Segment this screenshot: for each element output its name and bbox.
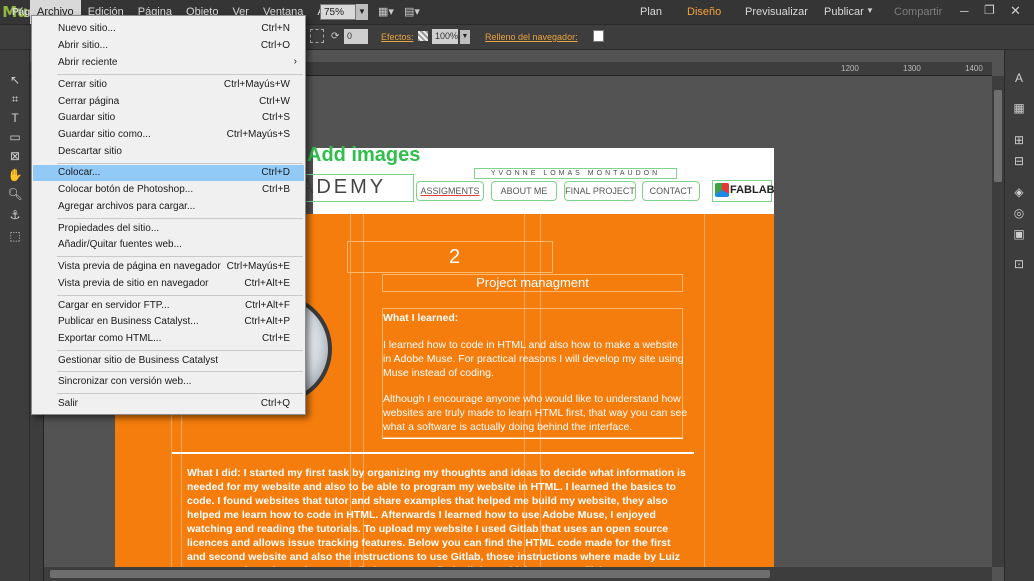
restore-icon[interactable]: ❐ — [984, 3, 995, 17]
ruler-tick: 1200 — [841, 64, 859, 73]
ruler-tick: 1400 — [965, 64, 983, 73]
publish-dropdown-icon[interactable]: ▼ — [866, 6, 874, 15]
zoom-input[interactable]: 75% — [320, 4, 356, 20]
distribute-panel-icon[interactable]: ⊟ — [1010, 153, 1028, 169]
menu-item-salir[interactable]: Salir Ctrl+Q — [33, 396, 304, 412]
academy-logo-text: ADEMY — [300, 176, 387, 198]
menu-item-colocar-boton-photoshop[interactable]: Colocar botón de Photoshop... Ctrl+B — [33, 182, 304, 198]
rotation-input[interactable]: 0 — [344, 29, 368, 44]
tab-share[interactable]: Compartir — [894, 0, 942, 24]
menu-item-publicar-bc[interactable]: Publicar en Business Catalyst... Ctrl+Alt… — [33, 314, 304, 330]
effects-label[interactable]: Efectos: — [381, 32, 414, 42]
transform-icon[interactable] — [310, 29, 324, 43]
menu-separator — [57, 163, 303, 164]
nav-assigments[interactable]: ASSIGMENTS — [416, 181, 484, 201]
view-options-icon[interactable]: ▦▾ — [378, 5, 394, 18]
fablab-logo-text: FABLAB — [730, 184, 775, 196]
fablab-logo-icon — [715, 183, 729, 197]
states-panel-icon[interactable]: ⊡ — [1010, 256, 1028, 272]
nav-final-project[interactable]: FINAL PROJECT — [564, 181, 636, 201]
learned-paragraph-1: I learned how to code in HTML and also h… — [383, 339, 684, 379]
close-icon[interactable]: ✕ — [1010, 3, 1021, 19]
layout-options-icon[interactable]: ▤▾ — [404, 5, 420, 18]
grid-panel-icon[interactable]: ▦ — [1010, 100, 1028, 116]
menu-item-abrir-sitio[interactable]: Abrir sitio... Ctrl+O — [33, 38, 304, 54]
tab-design[interactable]: Diseño — [687, 0, 721, 24]
menu-item-agregar-archivos[interactable]: Agregar archivos para cargar... — [33, 199, 304, 215]
menu-item-propiedades-sitio[interactable]: Propiedades del sitio... — [33, 221, 304, 237]
anchor-tool-icon[interactable]: ⚓︎ — [6, 207, 24, 223]
menu-item-cerrar-pagina[interactable]: Cerrar página Ctrl+W — [33, 94, 304, 110]
menu-item-guardar-sitio[interactable]: Guardar sitio Ctrl+S — [33, 110, 304, 126]
zoom-dropdown-icon[interactable]: ▼ — [356, 4, 368, 20]
author-name[interactable]: YVONNE LOMAS MONTAUDON — [474, 168, 677, 179]
vertical-scroll-thumb[interactable] — [994, 90, 1002, 182]
menu-separator — [57, 393, 303, 394]
horizontal-scroll-thumb[interactable] — [50, 570, 770, 578]
nav-label: ASSIGMENTS — [420, 186, 480, 196]
cc-libraries-icon[interactable]: ◎ — [1010, 205, 1028, 221]
zoom-tool-icon[interactable]: 🔍︎ — [6, 186, 24, 202]
menu-separator — [57, 256, 303, 257]
menu-item-abrir-reciente[interactable]: Abrir reciente › — [33, 55, 304, 71]
nav-contact[interactable]: CONTACT — [642, 181, 700, 201]
menu-item-vista-previa-sitio[interactable]: Vista previa de sitio en navegador Ctrl+A… — [33, 276, 304, 292]
layers-panel-icon[interactable]: ◈ — [1010, 184, 1028, 200]
nav-about-me[interactable]: ABOUT ME — [491, 181, 557, 201]
menu-separator — [57, 371, 303, 372]
effects-swatch-icon[interactable] — [418, 31, 428, 41]
tab-plan[interactable]: Plan — [640, 0, 662, 24]
learned-heading: What I learned: — [383, 312, 459, 324]
text-panel-icon[interactable]: A — [1010, 70, 1028, 86]
text-tool-icon[interactable]: T — [6, 110, 24, 126]
learned-paragraph-2: Although I encourage anyone who would li… — [383, 393, 688, 433]
menu-item-descartar-sitio[interactable]: Descartar sitio — [33, 144, 304, 160]
menu-item-cerrar-sitio[interactable]: Cerrar sitio Ctrl+Mayús+W — [33, 77, 304, 93]
crop-tool-icon[interactable]: ⌗ — [6, 91, 24, 107]
guide-line — [704, 148, 705, 567]
opacity-dropdown-icon[interactable]: ▼ — [460, 30, 470, 44]
menu-separator — [57, 350, 303, 351]
menu-item-nuevo-sitio[interactable]: Nuevo sitio... Ctrl+N — [33, 21, 304, 37]
menu-item-sincronizar[interactable]: Sincronizar con versión web... — [33, 374, 304, 390]
section-title: Project managment — [476, 275, 589, 290]
menu-separator — [57, 74, 303, 75]
menu-separator — [57, 218, 303, 219]
divider-line — [172, 452, 694, 454]
menu-item-cargar-ftp[interactable]: Cargar en servidor FTP... Ctrl+Alt+F — [33, 298, 304, 314]
menu-separator — [57, 295, 303, 296]
section-number: 2 — [449, 246, 461, 268]
menu-item-vista-previa-pagina[interactable]: Vista previa de página en navegador Ctrl+… — [33, 259, 304, 275]
browser-fill-label[interactable]: Relleno del navegador: — [485, 32, 578, 42]
divider-line — [382, 438, 683, 439]
tab-publish[interactable]: Publicar — [824, 0, 864, 24]
options-label: Pági — [12, 7, 34, 18]
minimize-icon[interactable]: ─ — [960, 4, 969, 18]
what-i-did-text: What I did: I started my first task by o… — [187, 467, 686, 567]
align-panel-icon[interactable]: ⊞ — [1010, 132, 1028, 148]
menu-item-colocar[interactable]: Colocar... Ctrl+D — [33, 165, 304, 181]
fill-stroke-icon[interactable]: ⬚ — [6, 228, 24, 244]
menu-item-exportar-html[interactable]: Exportar como HTML... Ctrl+E — [33, 331, 304, 347]
file-menu-dropdown: Nuevo sitio... Ctrl+N Abrir sitio... Ctrl+… — [31, 15, 306, 415]
right-panel-dock — [1004, 50, 1034, 581]
hand-tool-icon[interactable]: ✋ — [6, 167, 24, 183]
ruler-tick: 1300 — [903, 64, 921, 73]
tab-preview[interactable]: Previsualizar — [745, 0, 808, 24]
adobe-muse-window: Mu Archivo Edición Página Objeto Ver Ven… — [0, 0, 1034, 581]
menu-item-gestionar-bc[interactable]: Gestionar sitio de Business Catalyst — [33, 353, 304, 369]
menu-item-fuentes-web[interactable]: Añadir/Quitar fuentes web... — [33, 237, 304, 253]
rotate-icon: ⟳ — [331, 31, 340, 42]
menu-item-guardar-como[interactable]: Guardar sitio como... Ctrl+Mayús+S — [33, 127, 304, 143]
add-images-annotation: Add images — [307, 144, 421, 166]
rectangle-tool-icon[interactable]: ▭ — [6, 129, 24, 145]
submenu-arrow-icon: › — [293, 56, 297, 67]
assets-panel-icon[interactable]: ▣ — [1010, 226, 1028, 242]
browser-fill-swatch[interactable] — [593, 30, 604, 42]
image-frame-tool-icon[interactable]: ⊠ — [6, 148, 24, 164]
selection-tool-icon[interactable]: ↖ — [6, 72, 24, 88]
opacity-input[interactable]: 100% — [432, 29, 458, 44]
